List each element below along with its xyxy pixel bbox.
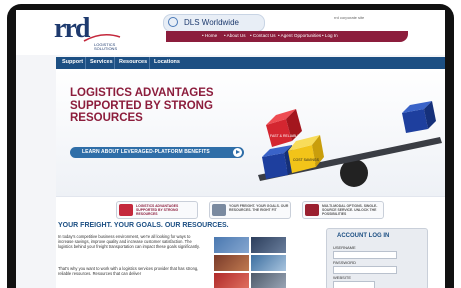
nav-locations[interactable]: Locations bbox=[154, 59, 180, 65]
website-label: WEBSITE bbox=[333, 275, 352, 280]
nav-link-contact[interactable]: • Contact Us bbox=[250, 33, 276, 38]
feature-card-text: LOGISTICS ADVANTAGES SUPPORTED BY STRONG… bbox=[136, 204, 179, 216]
hero-headline-line: LOGISTICS ADVANTAGES bbox=[70, 87, 214, 99]
freight-photo bbox=[251, 237, 286, 253]
feature-strip: LOGISTICS ADVANTAGES SUPPORTED BY STRONG… bbox=[56, 196, 445, 221]
person-thumbnail-icon bbox=[212, 204, 226, 216]
corporate-site-link[interactable]: rrd corporate site bbox=[334, 15, 364, 20]
warehouse-photo bbox=[251, 273, 286, 288]
hero-headline-line: SUPPORTED BY STRONG bbox=[70, 99, 213, 112]
balance-cubes-illustration: FAST & RELIABLE COST SAVINGS bbox=[258, 101, 442, 187]
nav-link-home[interactable]: • Home bbox=[202, 33, 217, 38]
dls-search-box[interactable]: DLS Worldwide bbox=[163, 14, 265, 32]
feature-card-text: MULTI-MODAL OPTIONS. SINGLE-SOURCE SERVI… bbox=[322, 204, 378, 216]
account-login-panel: ACCOUNT LOG IN USERNAME PASSWORD WEBSITE bbox=[326, 228, 428, 288]
hero-headline-line: RESOURCES bbox=[70, 112, 143, 124]
nav-services[interactable]: Services bbox=[90, 59, 113, 65]
nav-link-login[interactable]: • Log In bbox=[322, 33, 338, 38]
username-label: USERNAME bbox=[333, 245, 356, 250]
nav-divider bbox=[114, 57, 115, 69]
nav-link-agent-opportunities[interactable]: • Agent Opportunities bbox=[278, 33, 321, 38]
feature-card-text: YOUR FREIGHT. YOUR GOALS. OUR RESOURCES.… bbox=[229, 204, 289, 212]
website-select[interactable] bbox=[333, 281, 375, 288]
arrow-right-icon bbox=[233, 148, 242, 157]
feature-card-multimodal[interactable]: MULTI-MODAL OPTIONS. SINGLE-SOURCE SERVI… bbox=[302, 201, 384, 219]
photo-collage bbox=[214, 237, 286, 288]
cube-label: FAST & RELIABLE bbox=[270, 134, 300, 138]
login-title: ACCOUNT LOG IN bbox=[337, 233, 390, 239]
section-title: YOUR FREIGHT. YOUR GOALS. OUR RESOURCES. bbox=[58, 222, 229, 229]
nav-resources[interactable]: Resources bbox=[119, 59, 147, 65]
hero-banner: LOGISTICS ADVANTAGES SUPPORTED BY STRONG… bbox=[56, 69, 445, 196]
second-paragraph: That's why you want to work with a logis… bbox=[58, 266, 199, 276]
password-input[interactable] bbox=[333, 266, 397, 274]
nav-divider bbox=[149, 57, 150, 69]
feature-card-advantages[interactable]: LOGISTICS ADVANTAGES SUPPORTED BY STRONG… bbox=[116, 201, 198, 219]
cube-label: COST SAVINGS bbox=[293, 158, 320, 162]
containers-photo bbox=[214, 255, 249, 271]
nav-link-about[interactable]: • About Us bbox=[224, 33, 246, 38]
password-label: PASSWORD bbox=[333, 260, 357, 265]
learn-benefits-button[interactable]: LEARN ABOUT LEVERAGED-PLATFORM BENEFITS bbox=[70, 147, 244, 158]
username-input[interactable] bbox=[333, 251, 397, 259]
globe-icon bbox=[168, 17, 178, 27]
logo-subtitle: LOGISTICS SOLUTIONS bbox=[94, 42, 118, 51]
intro-paragraph: In today's competitive business environm… bbox=[58, 234, 200, 249]
truck-thumbnail-icon bbox=[305, 204, 319, 216]
cubes-thumbnail-icon bbox=[119, 204, 133, 216]
learn-benefits-label: LEARN ABOUT LEVERAGED-PLATFORM BENEFITS bbox=[82, 149, 210, 155]
search-text: DLS Worldwide bbox=[184, 18, 239, 27]
site-header: rrd LOGISTICS SOLUTIONS DLS Worldwide rr… bbox=[16, 10, 445, 55]
rrd-logo[interactable]: rrd LOGISTICS SOLUTIONS bbox=[54, 15, 134, 55]
browser-viewport: rrd LOGISTICS SOLUTIONS DLS Worldwide rr… bbox=[16, 10, 445, 288]
truck-photo bbox=[251, 255, 286, 271]
content-section: YOUR FREIGHT. YOUR GOALS. OUR RESOURCES.… bbox=[56, 220, 445, 288]
nav-divider bbox=[85, 57, 86, 69]
feature-card-freight[interactable]: YOUR FREIGHT. YOUR GOALS. OUR RESOURCES.… bbox=[209, 201, 291, 219]
blue-cube-right bbox=[402, 101, 436, 133]
top-utility-nav: • Home • About Us • Contact Us • Agent O… bbox=[166, 31, 408, 42]
main-nav: Support Services Resources Locations bbox=[56, 57, 445, 69]
airplane-photo bbox=[214, 237, 249, 253]
nav-support[interactable]: Support bbox=[62, 59, 83, 65]
cargo-photo bbox=[214, 273, 249, 288]
hero-headline: LOGISTICS ADVANTAGES SUPPORTED BY STRONG… bbox=[70, 87, 230, 125]
